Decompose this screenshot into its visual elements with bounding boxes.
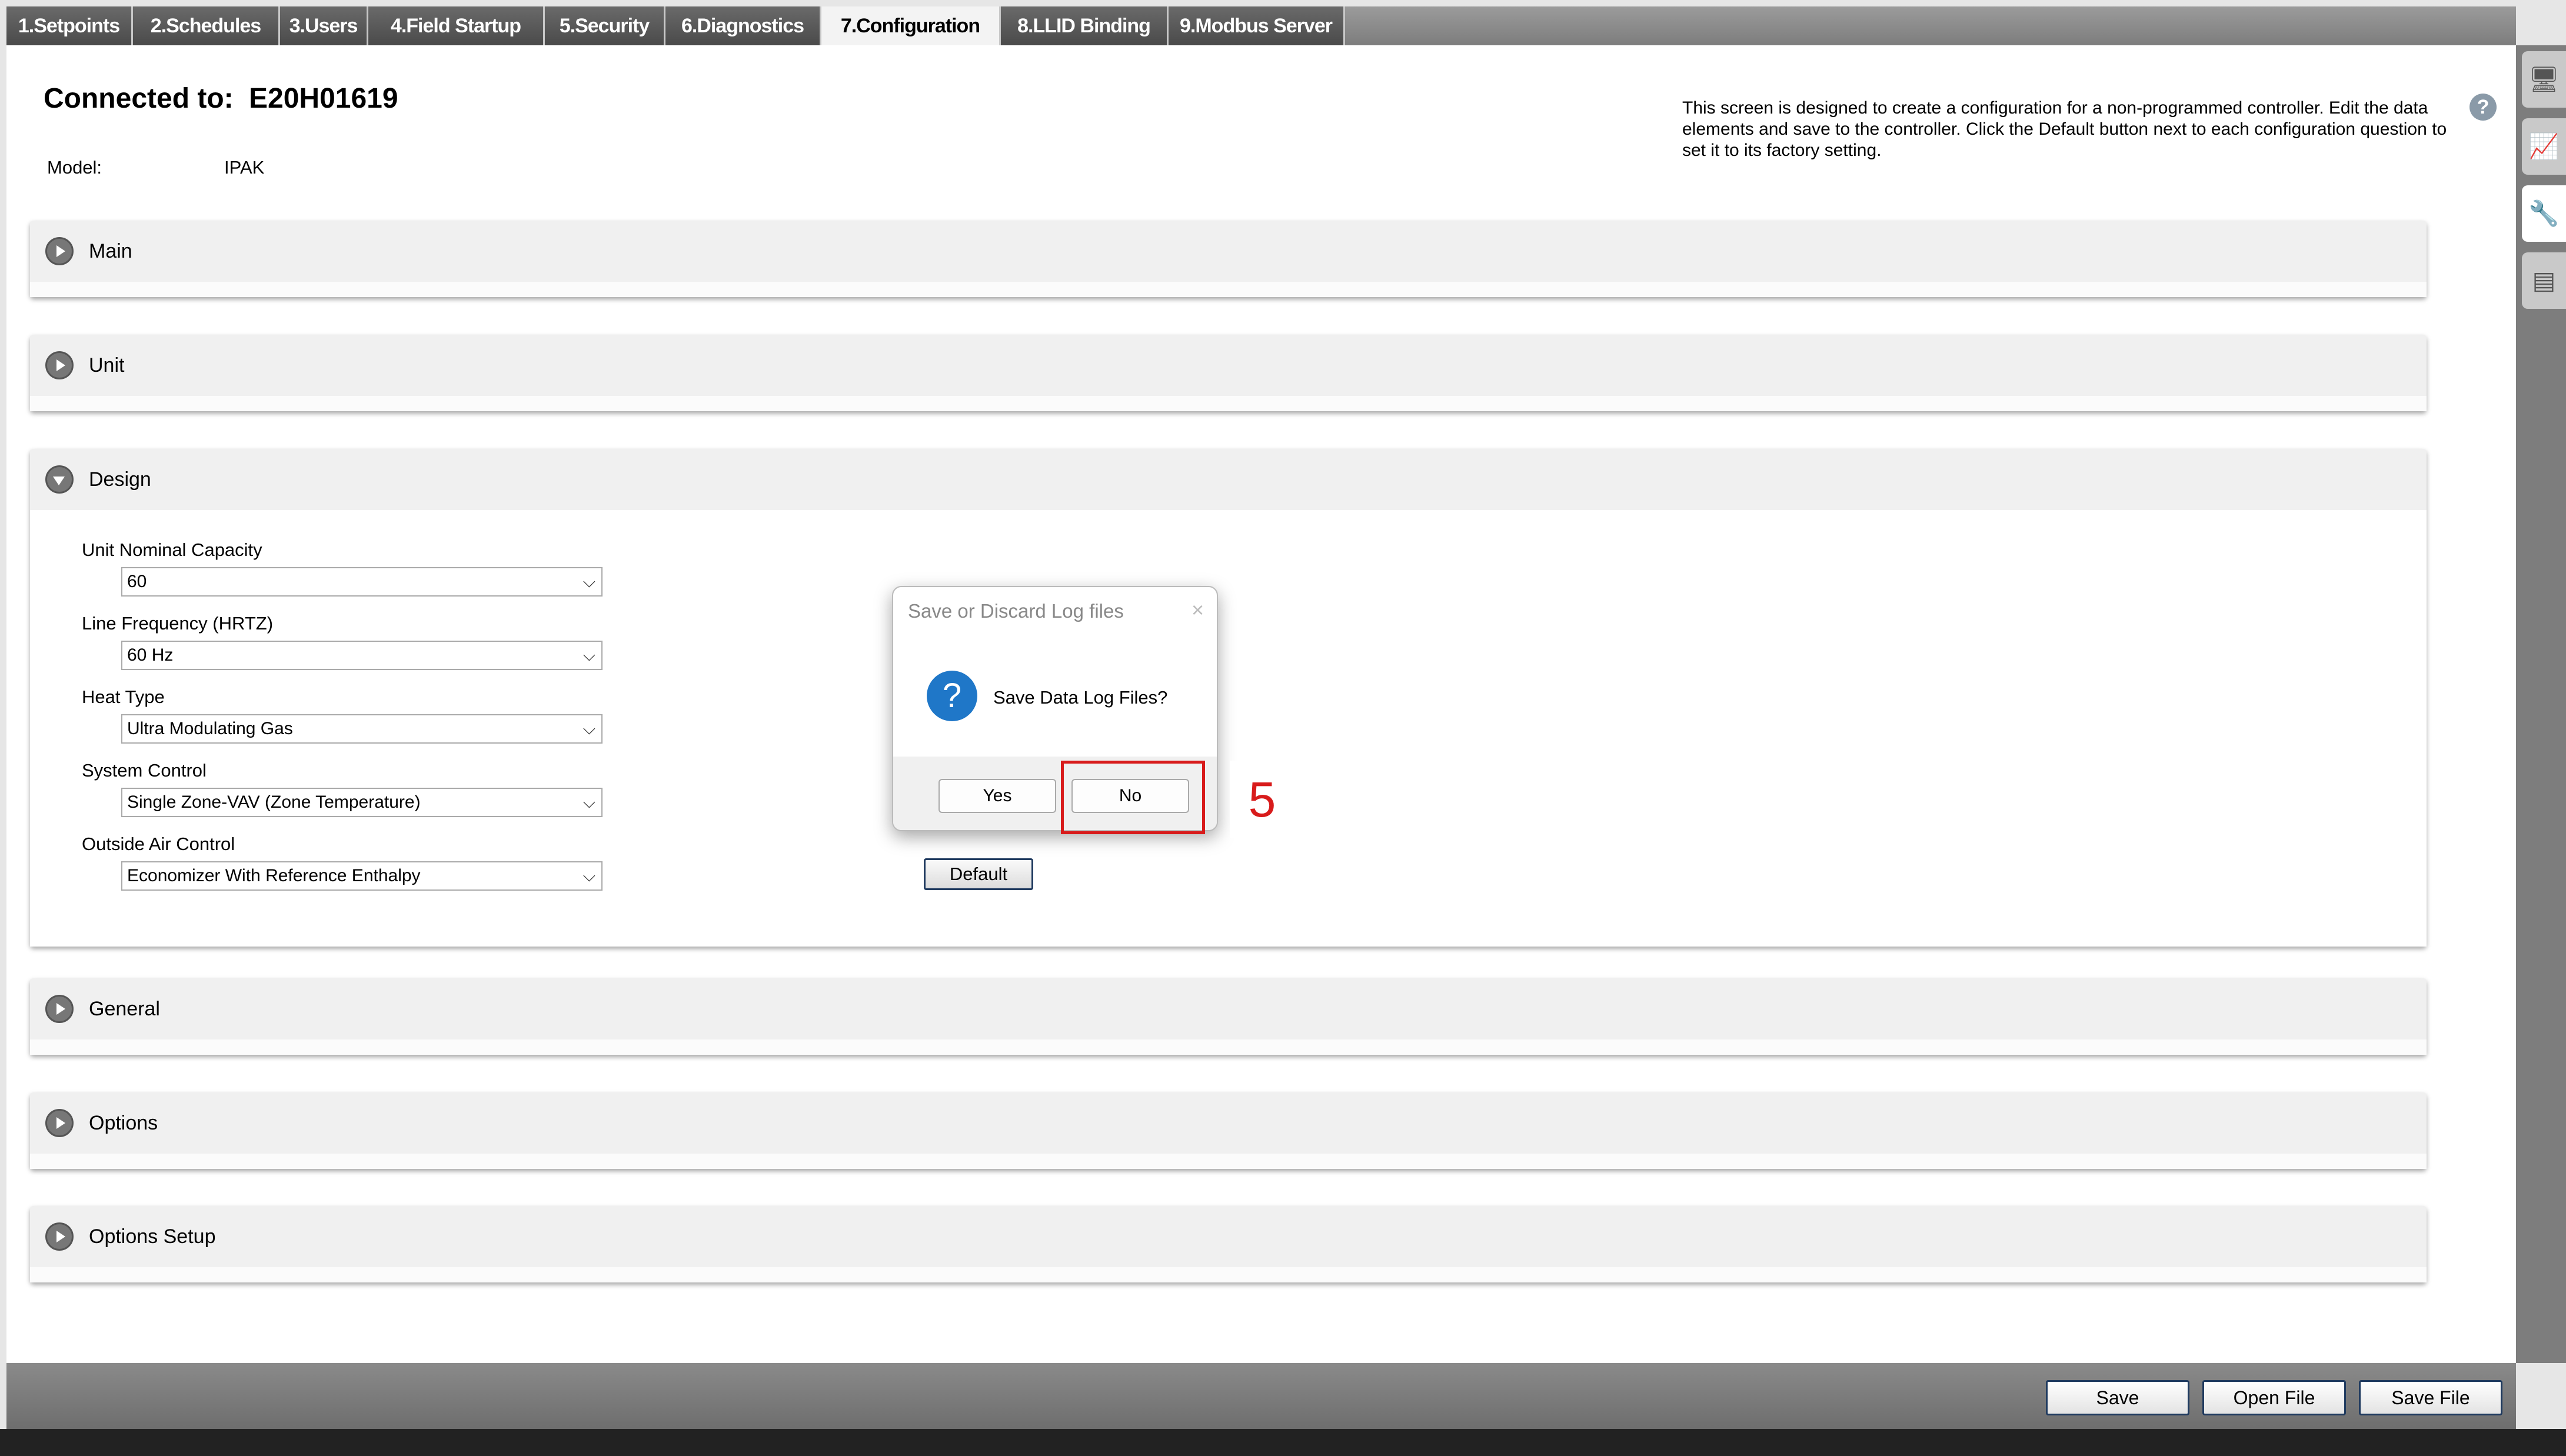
outside-air-control-value: Economizer With Reference Enthalpy bbox=[127, 866, 421, 885]
system-control-select[interactable]: Single Zone-VAV (Zone Temperature) ⌵ bbox=[121, 788, 603, 817]
model-label: Model: bbox=[47, 157, 102, 178]
save-file-button[interactable]: Save File bbox=[2359, 1380, 2502, 1415]
step-number: 5 bbox=[1230, 761, 1294, 838]
line-frequency-value: 60 Hz bbox=[127, 645, 174, 665]
expand-icon[interactable] bbox=[45, 995, 74, 1023]
unit-nominal-capacity-value: 60 bbox=[127, 572, 147, 591]
wrench-icon[interactable]: 🔧 bbox=[2522, 185, 2566, 242]
section-main-header[interactable]: Main bbox=[30, 221, 2427, 297]
right-toolbar: 🖥 📈 🔧 ▤ bbox=[2516, 45, 2566, 1363]
heat-type-label: Heat Type bbox=[82, 687, 165, 707]
line-frequency-select[interactable]: 60 Hz ⌵ bbox=[121, 641, 603, 670]
help-icon[interactable]: ? bbox=[2470, 94, 2497, 121]
heat-type-select[interactable]: Ultra Modulating Gas ⌵ bbox=[121, 714, 603, 744]
section-options-setup-title: Options Setup bbox=[89, 1225, 216, 1248]
heat-type-value: Ultra Modulating Gas bbox=[127, 719, 293, 738]
line-frequency-label: Line Frequency (HRTZ) bbox=[82, 613, 274, 634]
chevron-down-icon: ⌵ bbox=[583, 793, 595, 811]
expand-icon[interactable] bbox=[45, 1109, 74, 1137]
configuration-panel: Connected to: E20H01619 Model: IPAK This… bbox=[6, 45, 2516, 1363]
section-options-setup-header[interactable]: Options Setup bbox=[30, 1206, 2427, 1282]
section-general: General bbox=[30, 978, 2427, 1055]
outside-air-control-default-button[interactable]: Default bbox=[924, 858, 1033, 890]
section-main-title: Main bbox=[89, 240, 132, 262]
close-icon[interactable]: × bbox=[1192, 598, 1204, 622]
tab-modbus-server[interactable]: 9.Modbus Server bbox=[1169, 6, 1345, 45]
section-design-title: Design bbox=[89, 468, 151, 491]
section-design: Design Unit Nominal Capacity 60 ⌵ Line F… bbox=[30, 449, 2427, 947]
collapse-icon[interactable] bbox=[45, 465, 74, 494]
unit-nominal-capacity-select[interactable]: 60 ⌵ bbox=[121, 567, 603, 597]
tab-diagnostics[interactable]: 6.Diagnostics bbox=[665, 6, 821, 45]
chevron-down-icon: ⌵ bbox=[583, 719, 595, 738]
system-control-value: Single Zone-VAV (Zone Temperature) bbox=[127, 792, 421, 812]
outside-air-control-label: Outside Air Control bbox=[82, 834, 235, 854]
connected-value: E20H01619 bbox=[249, 83, 398, 114]
section-general-title: General bbox=[89, 998, 160, 1020]
connected-label: Connected to: bbox=[44, 83, 234, 114]
outside-air-control-select[interactable]: Economizer With Reference Enthalpy ⌵ bbox=[121, 861, 603, 891]
chevron-down-icon: ⌵ bbox=[583, 572, 595, 591]
system-control-label: System Control bbox=[82, 760, 207, 781]
chevron-down-icon: ⌵ bbox=[583, 646, 595, 664]
tab-users[interactable]: 3.Users bbox=[280, 6, 368, 45]
section-main: Main bbox=[30, 221, 2427, 297]
section-options-setup: Options Setup bbox=[30, 1206, 2427, 1282]
expand-icon[interactable] bbox=[45, 237, 74, 265]
dialog-message: Save Data Log Files? bbox=[993, 687, 1168, 708]
dialog-title: Save or Discard Log files bbox=[908, 600, 1124, 622]
expand-icon[interactable] bbox=[45, 1222, 74, 1251]
chart-icon[interactable]: 📈 bbox=[2522, 118, 2566, 175]
save-button[interactable]: Save bbox=[2046, 1380, 2189, 1415]
section-options-header[interactable]: Options bbox=[30, 1092, 2427, 1169]
section-unit-title: Unit bbox=[89, 354, 125, 377]
tab-llid-binding[interactable]: 8.LLID Binding bbox=[1001, 6, 1169, 45]
question-icon: ? bbox=[927, 671, 977, 721]
section-unit-header[interactable]: Unit bbox=[30, 335, 2427, 411]
tab-setpoints[interactable]: 1.Setpoints bbox=[6, 6, 133, 45]
model-value: IPAK bbox=[224, 157, 265, 178]
tab-bar: 1.Setpoints 2.Schedules 3.Users 4.Field … bbox=[6, 6, 2516, 48]
footer-strip bbox=[0, 1429, 2566, 1456]
help-text: This screen is designed to create a conf… bbox=[1682, 98, 2447, 160]
section-unit: Unit bbox=[30, 335, 2427, 411]
chevron-down-icon: ⌵ bbox=[583, 867, 595, 885]
tab-configuration[interactable]: 7.Configuration bbox=[821, 6, 1001, 48]
unit-nominal-capacity-label: Unit Nominal Capacity bbox=[82, 539, 262, 560]
open-file-button[interactable]: Open File bbox=[2202, 1380, 2346, 1415]
tab-security[interactable]: 5.Security bbox=[545, 6, 665, 45]
layers-icon[interactable]: ▤ bbox=[2522, 252, 2566, 309]
yes-button[interactable]: Yes bbox=[938, 779, 1056, 813]
highlight-box bbox=[1061, 761, 1205, 834]
tab-field-startup[interactable]: 4.Field Startup bbox=[368, 6, 545, 45]
section-design-header[interactable]: Design bbox=[30, 449, 2427, 525]
monitor-icon[interactable]: 🖥 bbox=[2522, 51, 2566, 108]
section-options-title: Options bbox=[89, 1112, 158, 1134]
design-fields: Unit Nominal Capacity 60 ⌵ Line Frequenc… bbox=[30, 510, 2427, 947]
tab-schedules[interactable]: 2.Schedules bbox=[133, 6, 280, 45]
section-options: Options bbox=[30, 1092, 2427, 1169]
expand-icon[interactable] bbox=[45, 351, 74, 379]
bottom-toolbar: Save Open File Save File bbox=[6, 1363, 2516, 1429]
section-general-header[interactable]: General bbox=[30, 978, 2427, 1055]
